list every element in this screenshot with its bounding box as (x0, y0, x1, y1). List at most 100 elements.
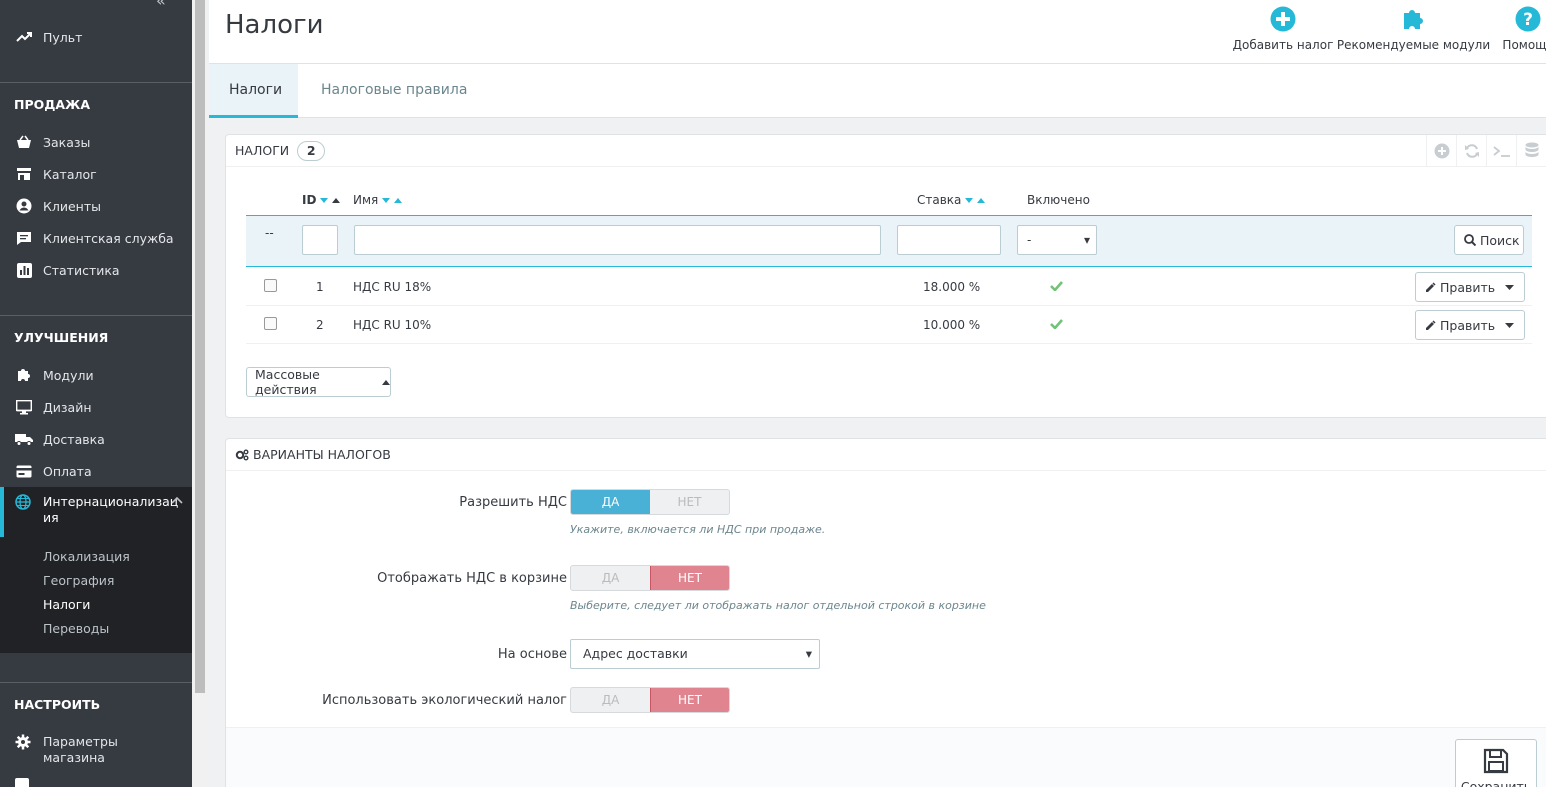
sidebar-item-orders[interactable]: Заказы (0, 131, 192, 153)
monitor-icon (15, 398, 33, 416)
filter-id-input[interactable] (302, 225, 338, 255)
pencil-icon (1425, 319, 1436, 331)
save-button[interactable]: Сохранить (1455, 739, 1537, 787)
filter-row: -- - Поиск (246, 215, 1532, 267)
store-icon (15, 165, 33, 183)
switch-no[interactable]: НЕТ (650, 688, 729, 712)
sort-asc-icon[interactable] (394, 197, 403, 203)
switch-yes[interactable]: ДА (571, 688, 650, 712)
panel-heading: Налоги 2 (226, 135, 1546, 167)
table-row[interactable]: 2 НДС RU 10% 10.000 % Править (246, 306, 1532, 344)
sort-desc-icon[interactable] (320, 197, 329, 203)
sidebar-item-label: Модули (43, 367, 94, 383)
edit-label: Править (1440, 279, 1496, 295)
double-chevron-left-icon[interactable]: « (156, 0, 166, 10)
page-header: Налоги Добавить налог Рекомендуемые моду… (209, 0, 1546, 64)
database-icon[interactable] (1516, 135, 1546, 167)
refresh-icon[interactable] (1456, 135, 1486, 167)
sidebar-item-label: Доставка (43, 431, 105, 447)
based-on-select[interactable]: Адрес доставки (570, 639, 820, 669)
sidebar-item-customers[interactable]: Клиенты (0, 195, 192, 217)
tab-tax-rules[interactable]: Налоговые правила (301, 64, 487, 118)
sidebar-subitem-localization[interactable]: Локализация (43, 549, 130, 564)
sort-asc-icon[interactable] (977, 197, 986, 203)
sort-desc-icon[interactable] (965, 197, 974, 203)
display-vat-help: Выберите, следует ли отображать налог от… (570, 599, 986, 612)
edit-button[interactable]: Править (1415, 310, 1525, 340)
sidebar-item-catalog[interactable]: Каталог (0, 163, 192, 185)
allow-vat-label: Разрешить НДС (459, 495, 567, 510)
add-tax-button[interactable]: Добавить налог (1233, 0, 1333, 64)
help-label: Помощь (1502, 38, 1546, 52)
sidebar-section-title: НАСТРОИТЬ (14, 697, 101, 712)
column-header-name: Имя (353, 193, 403, 207)
trending-up-icon (15, 28, 33, 46)
gear-icon (15, 734, 33, 752)
column-header-rate: Ставка (917, 193, 986, 207)
help-button[interactable]: ? Помощь (1498, 0, 1546, 64)
search-button[interactable]: Поиск (1454, 225, 1524, 255)
sidebar-item-label: Дизайн (43, 399, 92, 415)
puzzle-icon (1401, 0, 1427, 38)
allow-vat-switch[interactable]: ДА НЕТ (570, 489, 730, 515)
sidebar-item-design[interactable]: Дизайн (0, 396, 192, 418)
sort-asc-icon[interactable] (332, 197, 341, 203)
sidebar-item-dashboard[interactable]: Пульт (0, 26, 192, 48)
sidebar-subitem-translations[interactable]: Переводы (43, 621, 109, 636)
cogs-icon (235, 449, 249, 461)
row-checkbox[interactable] (264, 317, 277, 330)
sidebar-item-modules[interactable]: Модули (0, 364, 192, 386)
switch-yes[interactable]: ДА (571, 490, 650, 514)
caret-down-icon[interactable] (1494, 311, 1524, 339)
sidebar-item-stats[interactable]: Статистика (0, 259, 192, 281)
check-icon[interactable] (1050, 280, 1063, 291)
filter-name-input[interactable] (354, 225, 881, 255)
display-vat-switch[interactable]: ДА НЕТ (570, 565, 730, 591)
truck-icon (15, 430, 33, 448)
eco-tax-switch[interactable]: ДА НЕТ (570, 687, 730, 713)
panel-heading: Варианты налогов (226, 439, 1546, 471)
sidebar-item-label: Параметры магазина (43, 734, 118, 765)
sidebar-item-international[interactable]: Интернационализац ия (15, 494, 178, 526)
table-row[interactable]: 1 НДС RU 18% 18.000 % Править (246, 268, 1532, 306)
switch-no[interactable]: НЕТ (650, 566, 729, 590)
sidebar-item-customer-service[interactable]: Клиентская служба (0, 227, 192, 249)
sidebar-item-shop-params[interactable]: Параметры магазина (15, 734, 118, 766)
sidebar-subitem-geography[interactable]: География (43, 573, 114, 588)
display-vat-label: Отображать НДС в корзине (377, 571, 567, 586)
filter-rate-input[interactable] (897, 225, 1001, 255)
chevron-up-icon[interactable] (171, 496, 183, 504)
sidebar-item-payment[interactable]: Оплата (0, 460, 192, 482)
search-label: Поиск (1480, 232, 1520, 248)
recommended-modules-button[interactable]: Рекомендуемые модули (1337, 0, 1490, 64)
terminal-icon[interactable] (1486, 135, 1516, 167)
sort-desc-icon[interactable] (382, 197, 391, 203)
edit-button[interactable]: Править (1415, 272, 1525, 302)
active-indicator (0, 487, 4, 537)
panel-footer: Сохранить (226, 727, 1546, 787)
add-new-icon[interactable] (1426, 135, 1456, 167)
row-checkbox[interactable] (264, 279, 277, 292)
sidebar-divider (0, 315, 192, 316)
bulk-actions-label: Массовые действия (255, 367, 320, 397)
switch-no[interactable]: НЕТ (650, 490, 729, 514)
sidebar-scrollbar[interactable] (192, 0, 208, 787)
sidebar-item-label: Заказы (43, 134, 91, 150)
sidebar-item-label: Пульт (43, 29, 83, 45)
scrollbar-thumb[interactable] (195, 0, 205, 693)
partial-icon (15, 778, 29, 787)
sidebar-subitem-taxes[interactable]: Налоги (43, 597, 90, 612)
tab-taxes[interactable]: Налоги (209, 64, 298, 118)
bulk-actions-button[interactable]: Массовые действия (246, 367, 391, 397)
search-icon (1464, 234, 1476, 246)
eco-tax-label: Использовать экологический налог (322, 693, 567, 708)
account-circle-icon (15, 197, 33, 215)
edit-label: Править (1440, 317, 1496, 333)
tax-options-panel: Варианты налогов Разрешить НДС ДА НЕТ Ук… (225, 438, 1546, 787)
sidebar-item-shipping[interactable]: Доставка (0, 428, 192, 450)
switch-yes[interactable]: ДА (571, 566, 650, 590)
filter-enabled-select[interactable]: - (1017, 225, 1097, 255)
puzzle-icon (15, 366, 33, 384)
check-icon[interactable] (1050, 318, 1063, 329)
caret-down-icon[interactable] (1494, 273, 1524, 301)
